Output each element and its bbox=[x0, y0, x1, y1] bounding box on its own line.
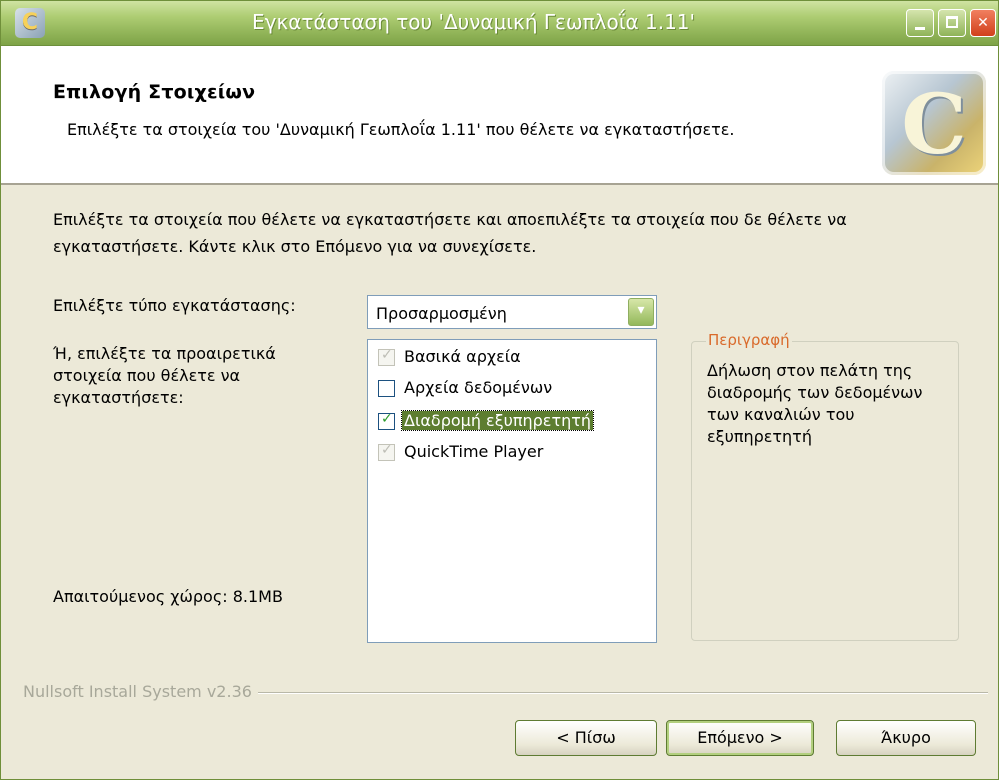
intro-text: Επιλέξτε τα στοιχεία που θέλετε να εγκατ… bbox=[53, 210, 847, 256]
close-icon: ✕ bbox=[977, 15, 989, 31]
app-icon: C bbox=[15, 8, 45, 38]
page-subtitle: Επιλέξτε τα στοιχεία του 'Δυναμική Γεωπλ… bbox=[67, 120, 735, 139]
checkmark-icon: ✓ bbox=[381, 347, 393, 363]
nsis-branding: Nullsoft Install System v2.36 bbox=[23, 682, 258, 701]
component-label: Βασικά αρχεία bbox=[404, 347, 521, 366]
description-title: Περιγραφή bbox=[706, 331, 792, 349]
minimize-button[interactable] bbox=[906, 9, 934, 37]
minimize-icon bbox=[915, 27, 925, 30]
checkbox-icon[interactable]: ✓ bbox=[378, 411, 395, 430]
description-box: Περιγραφή Δήλωση στον πελάτη της διαδρομ… bbox=[691, 331, 959, 641]
window-title: Εγκατάσταση του 'Δυναμική Γεωπλοΐα 1.11' bbox=[251, 10, 696, 34]
next-button[interactable]: Επόμενο > bbox=[666, 720, 814, 756]
checkbox-icon[interactable]: ✓ bbox=[378, 347, 395, 366]
close-button[interactable]: ✕ bbox=[970, 9, 996, 37]
checkmark-icon: ✓ bbox=[381, 442, 393, 458]
chevron-down-icon: ▾ bbox=[637, 302, 645, 318]
install-type-value: Προσαρμοσμένη bbox=[376, 304, 507, 323]
components-list[interactable]: ✓ Βασικά αρχεία Αρχεία δεδομένων ✓ Διαδρ… bbox=[367, 339, 657, 643]
checkmark-icon: ✓ bbox=[381, 411, 393, 427]
maximize-button[interactable] bbox=[938, 9, 966, 37]
maximize-icon bbox=[946, 16, 958, 28]
title-bar[interactable]: C Εγκατάσταση του 'Δυναμική Γεωπλοΐα 1.1… bbox=[1, 1, 998, 46]
space-required-label: Απαιτούμενος χώρος: 8.1MB bbox=[53, 587, 283, 606]
back-button[interactable]: < Πίσω bbox=[515, 720, 657, 756]
install-type-dropdown[interactable]: Προσαρμοσμένη ▾ bbox=[367, 295, 657, 329]
installer-window: C Εγκατάσταση του 'Δυναμική Γεωπλοΐα 1.1… bbox=[0, 0, 999, 780]
component-label: QuickTime Player bbox=[404, 442, 544, 461]
checkbox-icon[interactable]: ✓ bbox=[378, 442, 395, 461]
page-title: Επιλογή Στοιχείων bbox=[53, 81, 256, 103]
description-text: Δήλωση στον πελάτη της διαδρομής των δεδ… bbox=[707, 361, 923, 446]
header-logo-icon: C bbox=[882, 71, 986, 175]
dropdown-button[interactable]: ▾ bbox=[628, 298, 654, 326]
checkbox-icon[interactable] bbox=[378, 380, 395, 397]
optional-components-label: Ή, επιλέξτε τα προαιρετικά στοιχεία που … bbox=[53, 344, 276, 407]
component-label: Διαδρομή εξυπηρετητή bbox=[401, 410, 594, 431]
install-type-label: Επιλέξτε τύπο εγκατάστασης: bbox=[53, 296, 296, 315]
header-panel bbox=[1, 46, 998, 185]
cancel-button[interactable]: Άκυρο bbox=[836, 720, 976, 756]
component-label: Αρχεία δεδομένων bbox=[404, 378, 553, 397]
